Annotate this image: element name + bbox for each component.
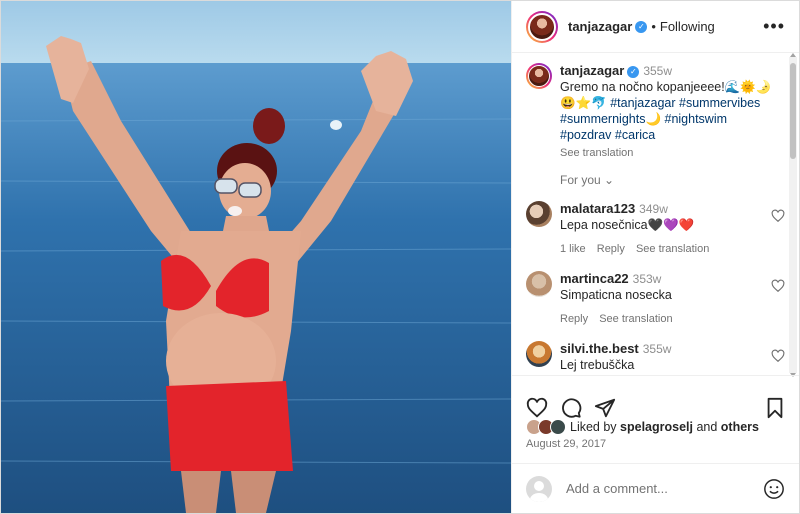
post-side-panel: tanjazagar ✓ • Following ••• tanjazagar ✓… [511,1,799,513]
author-avatar[interactable] [526,10,558,43]
comment-meta: Reply See translation [560,311,785,327]
see-translation-link[interactable]: See translation [636,243,709,255]
comment-icon[interactable] [560,397,582,419]
caption-line4: #pozdrav #carica [560,127,785,143]
comment-time[interactable]: 355w [643,342,672,356]
for-you-dropdown[interactable]: For you ⌄ [512,161,785,187]
scrollbar-thumb[interactable] [790,63,796,159]
caption-avatar-image [528,65,550,87]
commenter-avatar[interactable] [526,271,552,297]
reply-button[interactable]: Reply [597,243,625,255]
caption-username[interactable]: tanjazagar [560,63,624,78]
hashtag-link[interactable]: #summernights🌙 [560,112,661,126]
comment-text: Lepa nosečnica🖤💜❤️ [560,218,695,232]
heart-icon[interactable] [771,349,785,363]
comment-meta: 1 like Reply See translation [560,241,785,257]
author-username[interactable]: tanjazagar [568,19,632,34]
author-avatar-image [528,12,556,41]
caption-avatar[interactable] [526,63,552,89]
commenter-username[interactable]: malatara123 [560,201,635,216]
post-photo-image [1,1,511,513]
heart-icon[interactable] [771,279,785,293]
comments-scrollbar[interactable] [789,53,797,377]
caption-line2: 😃⭐🐬 #tanjazagar #summervibes [560,95,785,111]
liked-by-middle: and [692,420,721,434]
commenter-username[interactable]: martinca22 [560,271,629,286]
verified-badge-icon: ✓ [627,65,640,78]
verified-badge-icon: ✓ [635,20,648,33]
more-horizontal-icon[interactable]: ••• [763,16,785,37]
like-heart-icon[interactable] [526,397,548,419]
comment-item: malatara123 349w Lepa nosečnica🖤💜❤️ 1 lik… [512,187,785,257]
comments-scroll-area[interactable]: tanjazagar ✓ 355w Gremo na nočno kopanjeee… [512,53,785,375]
caption-line3: #summernights🌙 #nightswim [560,111,785,127]
liked-by-user-link[interactable]: spelagroselj [620,420,693,434]
comment-time[interactable]: 349w [639,202,668,216]
author-username-text: tanjazagar [568,19,633,34]
comment-likes[interactable]: 1 like [560,243,586,255]
comment-time[interactable]: 353w [633,272,662,286]
comment-body: martinca22 353w Simpaticna nosecka Reply … [560,271,785,327]
post-photo[interactable] [1,1,511,513]
comment-text: Simpaticna nosecka [560,288,672,302]
share-icon[interactable] [594,397,616,419]
avatar-head-shape [534,480,544,491]
current-user-avatar [526,475,552,502]
see-translation-link[interactable]: See translation [560,145,785,161]
liker-avatar [550,419,566,435]
liked-by-prefix: Liked by [570,420,621,434]
comment-text: Lej trebuščka [560,358,635,372]
reply-button[interactable]: Reply [560,313,588,325]
scroll-up-arrow-icon[interactable] [790,53,796,57]
liked-by-text: Liked by spelagroselj and others [570,420,759,434]
hashtag-link[interactable]: #nightswim [665,112,728,126]
liked-by-row: Liked by spelagroselj and others [526,419,759,435]
hashtag-link[interactable]: #summervibes [679,96,760,110]
bookmark-icon[interactable] [765,397,785,419]
post-actions-bar [512,375,799,425]
for-you-label: For you [560,173,601,187]
chevron-down-icon: ⌄ [604,173,615,187]
post-modal: tanjazagar ✓ • Following ••• tanjazagar ✓… [0,0,800,514]
comment-body: silvi.the.best 355w Lej trebuščka [560,341,785,373]
comment-item: silvi.the.best 355w Lej trebuščka [512,327,785,373]
header-separator: • [651,19,656,34]
add-comment-bar [512,463,799,513]
add-comment-input[interactable] [564,480,763,497]
comment-item: martinca22 353w Simpaticna nosecka Reply … [512,257,785,327]
caption-text-line1: Gremo na nočno kopanjeeee!🌊🌞🌛 [560,80,772,94]
commenter-username[interactable]: silvi.the.best [560,341,639,356]
commenter-avatar[interactable] [526,341,552,367]
caption-body: tanjazagar ✓ 355w Gremo na nočno kopanjeee… [560,63,785,161]
emoji-icon[interactable] [763,478,785,500]
hashtag-link[interactable]: #tanjazagar [610,96,675,110]
commenter-avatar[interactable] [526,201,552,227]
comment-body: malatara123 349w Lepa nosečnica🖤💜❤️ 1 lik… [560,201,785,257]
heart-icon[interactable] [771,209,785,223]
following-button[interactable]: Following [660,19,715,34]
caption-time[interactable]: 355w [643,64,672,78]
liked-by-others-link[interactable]: others [721,420,759,434]
hashtag-link[interactable]: #carica [615,128,655,142]
avatar-body-shape [530,492,548,502]
post-date[interactable]: August 29, 2017 [526,438,606,450]
post-caption: tanjazagar ✓ 355w Gremo na nočno kopanjeee… [512,53,785,161]
caption-emoji: 😃⭐🐬 [560,96,607,110]
see-translation-link[interactable]: See translation [599,313,672,325]
post-header: tanjazagar ✓ • Following ••• [512,1,799,53]
hashtag-link[interactable]: #pozdrav [560,128,611,142]
